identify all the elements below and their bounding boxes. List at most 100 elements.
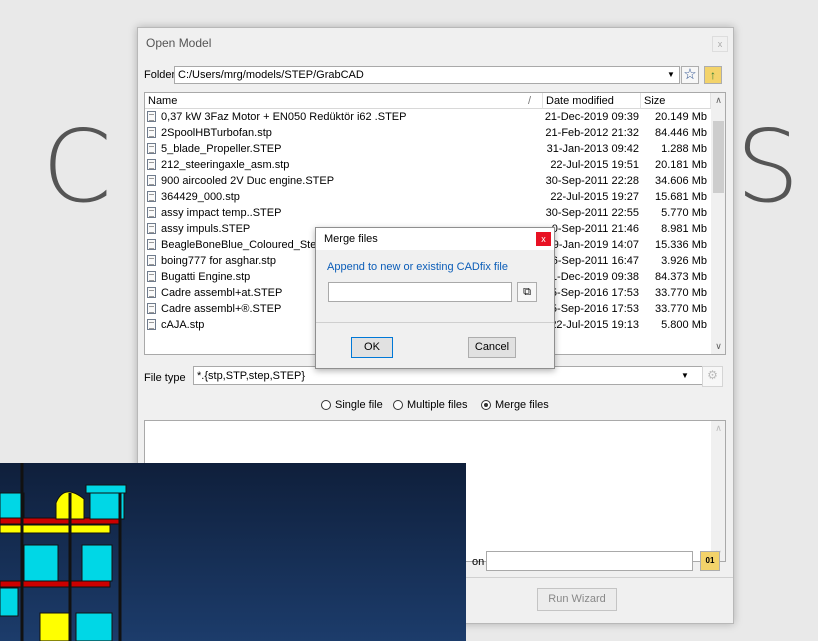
log-scroll-up-icon[interactable]: ∧ bbox=[711, 421, 725, 436]
file-size: 34.606 Mb bbox=[655, 175, 707, 187]
scroll-up-icon[interactable]: ∧ bbox=[711, 93, 725, 108]
column-name-label: Name bbox=[148, 95, 178, 107]
file-type-label: File type bbox=[144, 372, 186, 384]
file-size: 33.770 Mb bbox=[655, 287, 707, 299]
file-date: 1-Dec-2019 09:38 bbox=[550, 271, 639, 283]
file-row[interactable]: 900 aircooled 2V Duc engine.STEP 30-Sep-2… bbox=[145, 173, 711, 189]
file-icon bbox=[147, 271, 156, 282]
file-row[interactable]: 2SpoolHBTurbofan.stp 21-Feb-2012 21:32 84.… bbox=[145, 125, 711, 141]
file-name: 212_steeringaxle_asm.stp bbox=[161, 159, 290, 171]
file-date: 5-Sep-2016 17:53 bbox=[550, 303, 639, 315]
file-date: 31-Jan-2013 09:42 bbox=[546, 143, 639, 155]
file-size: 5.800 Mb bbox=[661, 319, 707, 331]
radio-circle[interactable] bbox=[321, 400, 331, 410]
merge-cancel-button[interactable]: Cancel bbox=[468, 337, 516, 358]
folder-label: Folder bbox=[144, 69, 176, 81]
close-button[interactable]: x bbox=[712, 36, 728, 52]
column-header-name[interactable]: Name / bbox=[145, 93, 543, 109]
file-icon bbox=[147, 191, 156, 202]
merge-dialog-titlebar: Merge files x bbox=[316, 228, 554, 250]
dialog-title: Open Model bbox=[146, 36, 212, 50]
file-date: 22-Jul-2015 19:13 bbox=[550, 319, 639, 331]
merge-browse-icon[interactable]: ⧉ bbox=[517, 282, 537, 302]
folder-combobox[interactable]: C:/Users/mrg/models/STEP/GrabCAD bbox=[174, 66, 680, 84]
file-size: 5.770 Mb bbox=[661, 207, 707, 219]
favorite-star-icon[interactable]: ☆ bbox=[681, 66, 699, 84]
log-scrollbar[interactable]: ∧ ∨ bbox=[711, 421, 725, 561]
browse-folder-glyph: 01 bbox=[705, 556, 715, 565]
file-name: 364429_000.stp bbox=[161, 191, 240, 203]
file-name: 5_blade_Propeller.STEP bbox=[161, 143, 282, 155]
filter-options-icon[interactable]: ⚙ bbox=[702, 366, 723, 387]
file-name: 0,37 kW 3Faz Motor + EN050 Redüktör i62 … bbox=[161, 111, 407, 123]
file-date: 30-Sep-2011 22:55 bbox=[545, 207, 639, 219]
file-date: 29-Jan-2019 14:07 bbox=[546, 239, 639, 251]
file-type-value: *.{stp,STP,step,STEP} bbox=[197, 370, 306, 382]
file-icon bbox=[147, 207, 156, 218]
merge-ok-button[interactable]: OK bbox=[351, 337, 393, 358]
cad-3d-viewport[interactable] bbox=[0, 463, 466, 641]
file-row[interactable]: 5_blade_Propeller.STEP 31-Jan-2013 09:42 1… bbox=[145, 141, 711, 157]
file-row[interactable]: 0,37 kW 3Faz Motor + EN050 Redüktör i62 … bbox=[145, 109, 711, 125]
file-size: 15.336 Mb bbox=[655, 239, 707, 251]
file-date: 5-Sep-2016 17:53 bbox=[550, 287, 639, 299]
output-path-input[interactable] bbox=[486, 551, 693, 571]
file-size: 1.288 Mb bbox=[661, 143, 707, 155]
radio-label: Single file bbox=[335, 399, 383, 411]
file-icon bbox=[147, 239, 156, 250]
radio-label: Multiple files bbox=[407, 399, 468, 411]
file-date: 30-Sep-2011 22:28 bbox=[545, 175, 639, 187]
folder-dropdown-arrow-icon[interactable]: ▼ bbox=[664, 68, 678, 82]
background-text-left: C bbox=[42, 108, 112, 225]
file-icon bbox=[147, 175, 156, 186]
file-size: 8.981 Mb bbox=[661, 223, 707, 235]
merge-target-input[interactable] bbox=[328, 282, 512, 302]
file-name: 2SpoolHBTurbofan.stp bbox=[161, 127, 272, 139]
file-size: 84.446 Mb bbox=[655, 127, 707, 139]
file-type-dropdown-icon[interactable]: ▼ bbox=[679, 369, 691, 382]
file-size: 20.149 Mb bbox=[655, 111, 707, 123]
file-date: 21-Dec-2019 09:39 bbox=[544, 111, 639, 123]
radio-circle[interactable] bbox=[393, 400, 403, 410]
file-size: 84.373 Mb bbox=[655, 271, 707, 283]
file-icon bbox=[147, 143, 156, 154]
file-date: 6-Sep-2011 16:47 bbox=[551, 255, 639, 267]
file-date: 0-Sep-2011 21:46 bbox=[551, 223, 639, 235]
run-wizard-button[interactable]: Run Wizard bbox=[537, 588, 617, 611]
file-icon bbox=[147, 159, 156, 170]
scroll-thumb[interactable] bbox=[713, 121, 724, 193]
file-mode-radio-group: Single file Multiple files Merge files bbox=[321, 398, 581, 412]
file-icon bbox=[147, 319, 156, 330]
radio-circle[interactable] bbox=[481, 400, 491, 410]
file-icon bbox=[147, 223, 156, 234]
folder-path: C:/Users/mrg/models/STEP/GrabCAD bbox=[178, 69, 364, 81]
file-name: assy impact temp..STEP bbox=[161, 207, 282, 219]
file-icon bbox=[147, 287, 156, 298]
file-icon bbox=[147, 255, 156, 266]
column-header-date[interactable]: Date modified bbox=[543, 93, 641, 109]
merge-prompt: Append to new or existing CADfix file bbox=[327, 261, 508, 273]
file-icon bbox=[147, 111, 156, 122]
file-row[interactable]: 364429_000.stp 22-Jul-2015 19:27 15.681 Mb bbox=[145, 189, 711, 205]
partial-label: on bbox=[472, 556, 485, 568]
file-row[interactable]: 212_steeringaxle_asm.stp 22-Jul-2015 19:5… bbox=[145, 157, 711, 173]
file-name: 900 aircooled 2V Duc engine.STEP bbox=[161, 175, 335, 187]
file-list-scrollbar[interactable]: ∧ ∨ bbox=[711, 93, 725, 354]
scroll-down-icon[interactable]: ∨ bbox=[711, 339, 725, 354]
file-size: 20.181 Mb bbox=[655, 159, 707, 171]
file-size: 3.926 Mb bbox=[661, 255, 707, 267]
merge-close-button[interactable]: x bbox=[536, 232, 551, 246]
file-row[interactable]: assy impact temp..STEP 30-Sep-2011 22:55 5… bbox=[145, 205, 711, 221]
file-icon bbox=[147, 303, 156, 314]
file-date: 22-Jul-2015 19:27 bbox=[550, 191, 639, 203]
folder-up-icon[interactable]: ↑ bbox=[704, 66, 722, 84]
merge-dialog-title: Merge files bbox=[324, 233, 378, 245]
browse-folder-icon[interactable]: 01 bbox=[700, 551, 720, 571]
column-header-size[interactable]: Size bbox=[641, 93, 711, 109]
merge-separator bbox=[316, 322, 554, 323]
file-size: 15.681 Mb bbox=[655, 191, 707, 203]
file-date: 21-Feb-2012 21:32 bbox=[545, 127, 639, 139]
sort-indicator-icon: / bbox=[528, 95, 532, 107]
file-icon bbox=[147, 127, 156, 138]
merge-files-dialog: Merge files x Append to new or existing … bbox=[315, 227, 555, 369]
